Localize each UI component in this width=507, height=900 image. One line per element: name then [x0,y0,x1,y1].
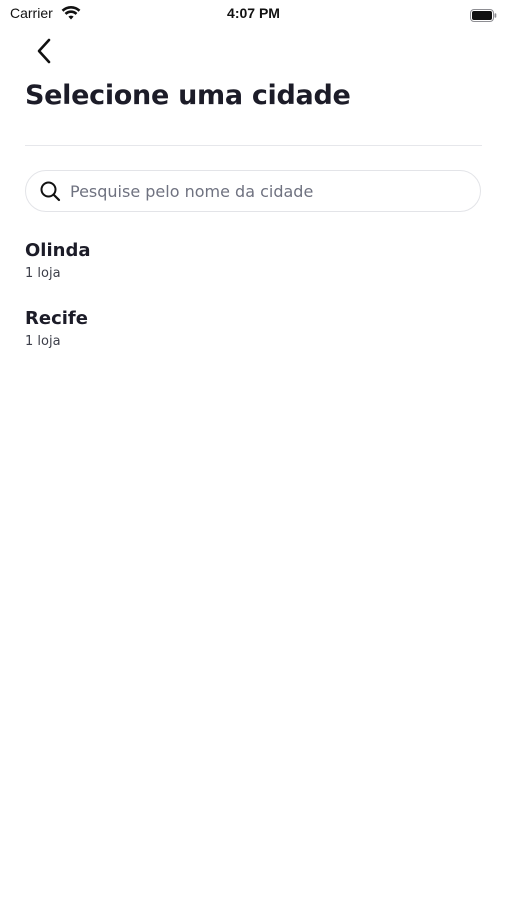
status-bar: Carrier 4:07 PM [0,0,507,28]
back-button[interactable] [30,37,58,69]
search-box[interactable] [25,170,481,212]
city-store-count: 1 loja [25,266,61,281]
city-item-recife[interactable]: Recife 1 loja [25,306,482,374]
search-icon [38,179,62,203]
battery-icon [470,7,497,22]
city-name: Recife [25,308,88,329]
city-name: Olinda [25,240,91,261]
search-input[interactable] [70,171,480,211]
page-title: Selecione uma cidade [25,80,351,111]
divider [25,145,482,146]
city-item-olinda[interactable]: Olinda 1 loja [25,238,482,306]
city-store-count: 1 loja [25,334,61,349]
chevron-left-icon [35,37,53,69]
city-list: Olinda 1 loja Recife 1 loja [25,238,482,374]
status-time: 4:07 PM [227,5,280,21]
